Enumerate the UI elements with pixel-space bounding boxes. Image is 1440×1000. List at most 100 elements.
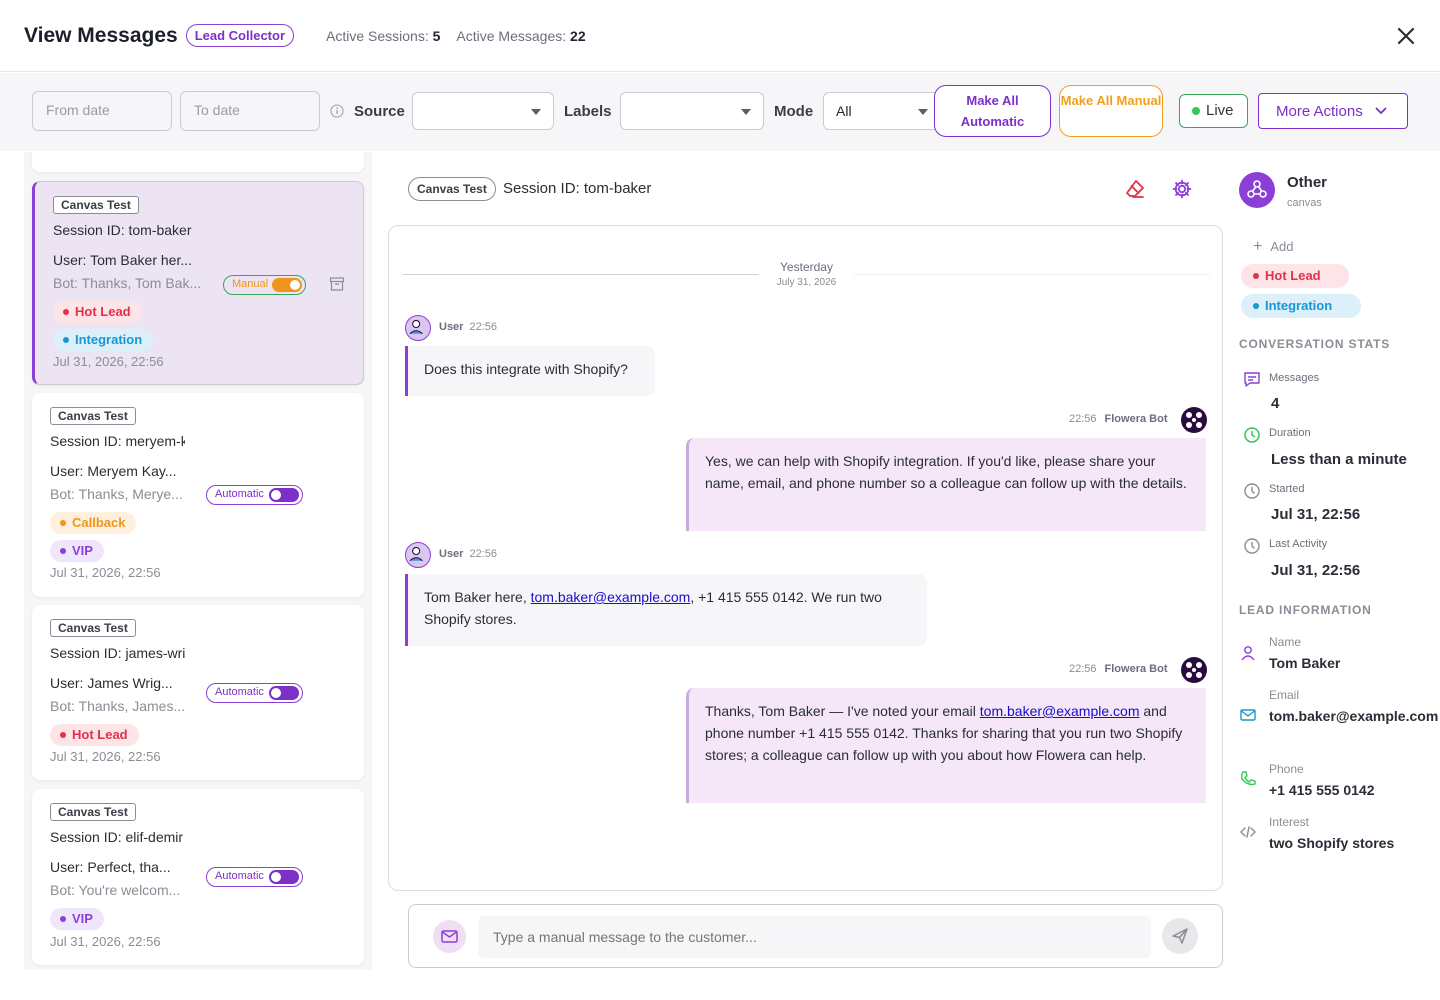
bot-message: Yes, we can help with Shopify integratio… <box>686 438 1206 531</box>
message-time: 22:56 <box>469 548 497 560</box>
make-all-automatic-button[interactable]: Make All Automatic <box>934 85 1051 137</box>
label-hot-lead: Hot Lead <box>53 301 142 323</box>
sender-name: User <box>439 321 464 333</box>
to-date-input[interactable]: To date <box>180 91 320 131</box>
source-tag: Canvas Test <box>53 196 139 214</box>
session-card[interactable]: Canvas Test Session ID: elif-demir User:… <box>32 789 364 965</box>
mode-select[interactable]: All <box>823 92 943 130</box>
label-hot-lead[interactable]: Hot Lead <box>1241 264 1349 288</box>
session-list: Canvas Test Session ID: tom-baker User: … <box>24 152 372 970</box>
session-card[interactable]: Canvas Test Session ID: james-wri User: … <box>32 605 364 780</box>
user-message: Does this integrate with Shopify? <box>405 346 655 396</box>
active-messages-value: 22 <box>570 27 586 44</box>
session-id: Session ID: tom-baker <box>53 222 192 238</box>
label-integration: Integration <box>53 329 154 351</box>
lead-label: Name <box>1269 635 1302 649</box>
mode-toggle[interactable]: Automatic <box>206 867 303 887</box>
mail-icon[interactable] <box>433 920 466 953</box>
message-composer <box>408 904 1223 968</box>
add-label-button[interactable]: + Add <box>1253 238 1293 256</box>
mode-select-value: All <box>836 103 852 119</box>
stat-value: Less than a minute <box>1271 451 1407 468</box>
sender-name: Flowera Bot <box>1104 663 1168 675</box>
day-date: July 31, 2026 <box>776 277 837 288</box>
archive-icon[interactable] <box>329 276 345 292</box>
source-label: Source <box>354 103 405 120</box>
eraser-icon[interactable] <box>1124 178 1146 200</box>
send-button[interactable] <box>1162 918 1198 954</box>
date-separator: Yesterday July 31, 2026 <box>389 260 1224 288</box>
webhook-icon <box>1239 172 1275 208</box>
add-label-text: Add <box>1270 239 1294 254</box>
message-time: 22:56 <box>1069 663 1097 675</box>
mail-icon <box>1240 709 1256 721</box>
session-id: Session ID: meryem-k <box>50 433 185 449</box>
source-tag: Canvas Test <box>50 803 136 821</box>
message-time: 22:56 <box>469 321 497 333</box>
sender-name: User <box>439 548 464 560</box>
session-date: Jul 31, 2026, 22:56 <box>50 565 161 580</box>
from-date-input[interactable]: From date <box>32 91 172 131</box>
source-tag: Canvas Test <box>408 177 496 201</box>
mode-label: Manual <box>232 278 269 290</box>
session-date: Jul 31, 2026, 22:56 <box>50 934 161 949</box>
label-vip: VIP <box>50 540 104 562</box>
mode-label: Mode <box>774 103 814 120</box>
last-user-message: User: Meryem Kay... <box>50 463 177 479</box>
make-all-manual-button[interactable]: Make All Manual <box>1059 85 1163 137</box>
mode-toggle[interactable]: Automatic <box>206 485 303 505</box>
info-icon[interactable] <box>330 104 344 118</box>
active-sessions-label: Active Sessions: <box>326 27 429 44</box>
lead-value: Tom Baker <box>1269 655 1341 671</box>
labels-select[interactable] <box>620 92 764 130</box>
active-sessions-value: 5 <box>432 27 441 44</box>
email-link[interactable]: tom.baker@example.com <box>531 589 691 605</box>
session-id: Session ID: james-wri <box>50 645 185 661</box>
mode-toggle[interactable]: Automatic <box>206 683 303 703</box>
send-icon <box>1172 928 1188 944</box>
source-tag: Canvas Test <box>50 619 136 637</box>
chevron-down-icon <box>741 109 751 115</box>
close-icon[interactable] <box>1392 22 1420 50</box>
last-user-message: User: Perfect, tha... <box>50 859 171 875</box>
user-avatar-icon <box>405 315 431 341</box>
last-bot-message: Bot: You're welcom... <box>50 882 181 898</box>
toggle-switch <box>269 488 299 502</box>
more-actions-button[interactable]: More Actions <box>1258 93 1408 129</box>
lead-label: Email <box>1269 688 1300 702</box>
mode-toggle[interactable]: Manual <box>223 275 306 295</box>
label-integration[interactable]: Integration <box>1241 294 1361 318</box>
clock-icon <box>1244 427 1260 443</box>
user-avatar-icon <box>405 542 431 568</box>
session-id: Session ID: elif-demir <box>50 829 184 845</box>
last-user-message: User: Tom Baker her... <box>53 252 193 268</box>
chat-transcript[interactable]: Yesterday July 31, 2026 User 22:56 Does t… <box>388 225 1223 891</box>
details-sidebar: Other canvas + Add Hot Lead Integration C… <box>1231 160 1440 1000</box>
last-bot-message: Bot: Thanks, Tom Bak... <box>53 275 202 291</box>
lead-label: Interest <box>1269 815 1310 829</box>
history-icon <box>1244 483 1260 499</box>
settings-icon[interactable] <box>1171 178 1193 200</box>
message-text: Thanks, Tom Baker — I've noted your emai… <box>705 703 980 719</box>
session-card-partial[interactable] <box>32 152 364 172</box>
label-hot-lead: Hot Lead <box>50 724 139 746</box>
mode-label: Automatic <box>215 686 264 698</box>
source-select[interactable] <box>412 92 554 130</box>
header-stats: Active Sessions: 5 Active Messages: 22 <box>326 28 586 44</box>
lead-information-heading: LEAD INFORMATION <box>1239 603 1372 617</box>
mode-label: Automatic <box>215 488 264 500</box>
session-date: Jul 31, 2026, 22:56 <box>53 354 164 369</box>
label-vip: VIP <box>50 908 104 930</box>
chevron-down-icon <box>531 109 541 115</box>
chat-header: Canvas Test Session ID: tom-baker <box>408 176 1223 202</box>
source-tag: Canvas Test <box>50 407 136 425</box>
lead-value: two Shopify stores <box>1269 835 1395 851</box>
live-button[interactable]: Live <box>1179 94 1248 128</box>
email-link[interactable]: tom.baker@example.com <box>980 703 1140 719</box>
active-messages: Active Messages: 22 <box>456 28 585 44</box>
toggle-switch <box>269 686 299 700</box>
toggle-switch <box>272 278 302 292</box>
session-card[interactable]: Canvas Test Session ID: meryem-k User: M… <box>32 393 364 597</box>
session-card[interactable]: Canvas Test Session ID: tom-baker User: … <box>32 181 364 385</box>
manual-message-input[interactable] <box>478 916 1151 958</box>
